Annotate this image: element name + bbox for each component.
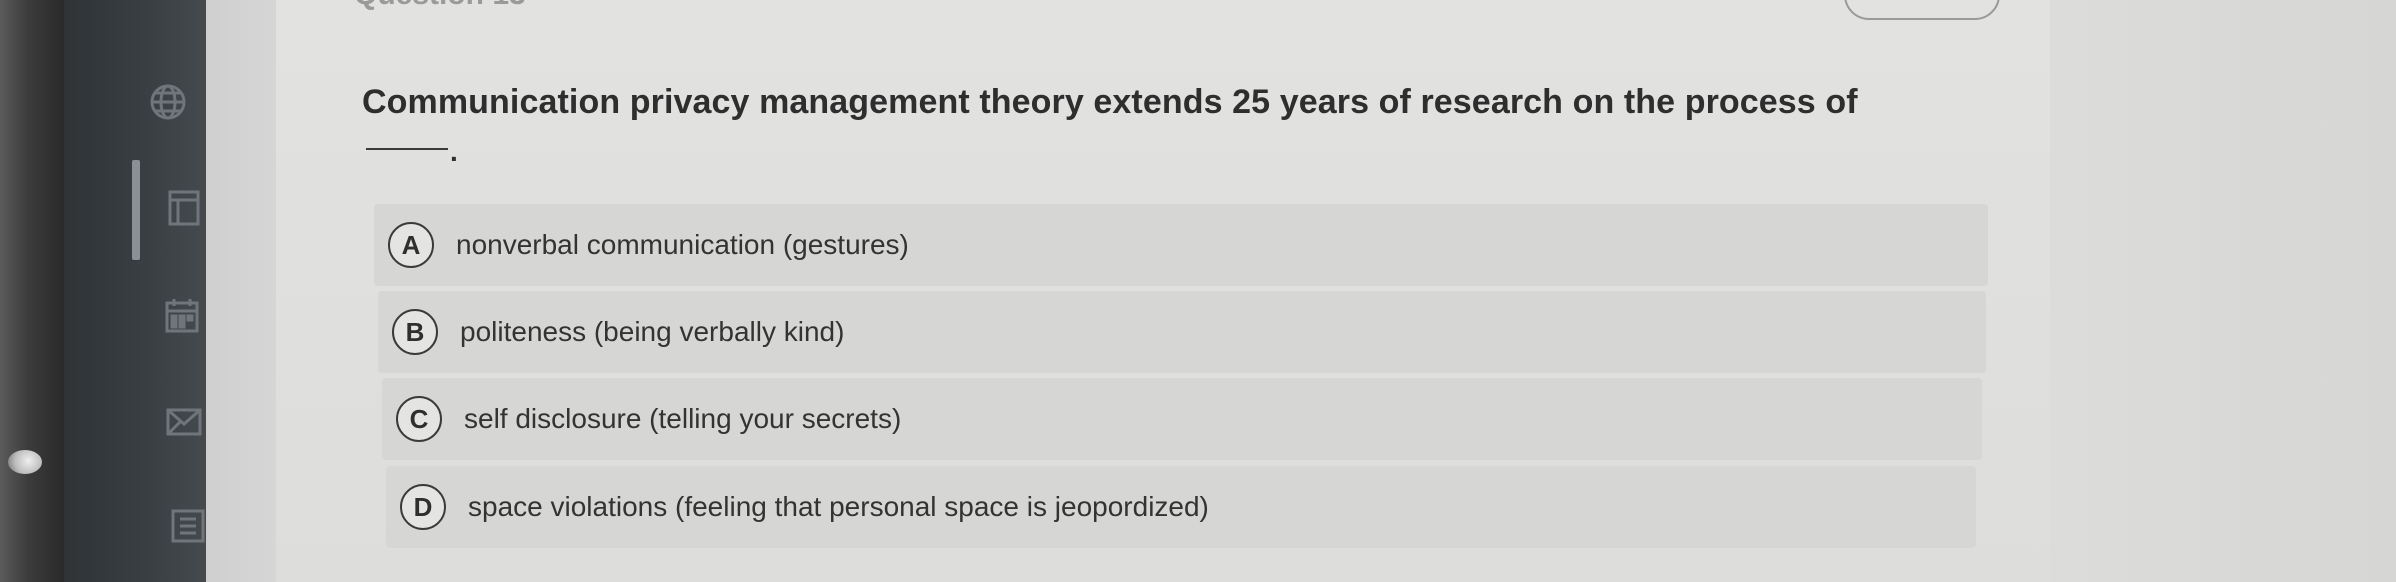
document-icon[interactable] bbox=[164, 188, 204, 228]
question-panel: Question 13 Communication privacy manage… bbox=[276, 0, 2052, 582]
content-gutter bbox=[206, 0, 276, 582]
choice-letter-a[interactable]: A bbox=[388, 222, 434, 268]
choice-b[interactable]: B politeness (being verbally kind) bbox=[378, 291, 1986, 373]
notes-icon[interactable] bbox=[168, 506, 208, 546]
blank-period: . bbox=[450, 136, 458, 167]
choice-text-b: politeness (being verbally kind) bbox=[460, 316, 845, 347]
mail-icon[interactable] bbox=[164, 402, 204, 442]
choice-letter-c[interactable]: C bbox=[396, 396, 442, 442]
points-badge bbox=[1844, 0, 2000, 20]
calendar-icon[interactable] bbox=[162, 296, 202, 336]
choice-d[interactable]: D space violations (feeling that persona… bbox=[386, 466, 1976, 548]
app-sidebar bbox=[64, 0, 206, 582]
choice-text-c: self disclosure (telling your secrets) bbox=[464, 403, 902, 434]
right-margin bbox=[2050, 0, 2396, 582]
question-prompt: Communication privacy management theory … bbox=[362, 83, 1858, 121]
sidebar-active-indicator bbox=[132, 160, 140, 260]
screen: Question 13 Communication privacy manage… bbox=[0, 0, 2396, 582]
bezel-reflection bbox=[8, 450, 42, 474]
choice-text-a: nonverbal communication (gestures) bbox=[456, 229, 909, 260]
globe-icon[interactable] bbox=[148, 82, 188, 122]
choice-letter-d[interactable]: D bbox=[400, 484, 446, 530]
answer-blank bbox=[366, 148, 448, 150]
choice-letter-b[interactable]: B bbox=[392, 309, 438, 355]
choice-a[interactable]: A nonverbal communication (gestures) bbox=[374, 204, 1988, 286]
choice-c[interactable]: C self disclosure (telling your secrets) bbox=[382, 378, 1982, 460]
choice-text-d: space violations (feeling that personal … bbox=[468, 491, 1209, 522]
question-number: Question 13 bbox=[354, 0, 526, 12]
device-bezel bbox=[0, 0, 64, 582]
